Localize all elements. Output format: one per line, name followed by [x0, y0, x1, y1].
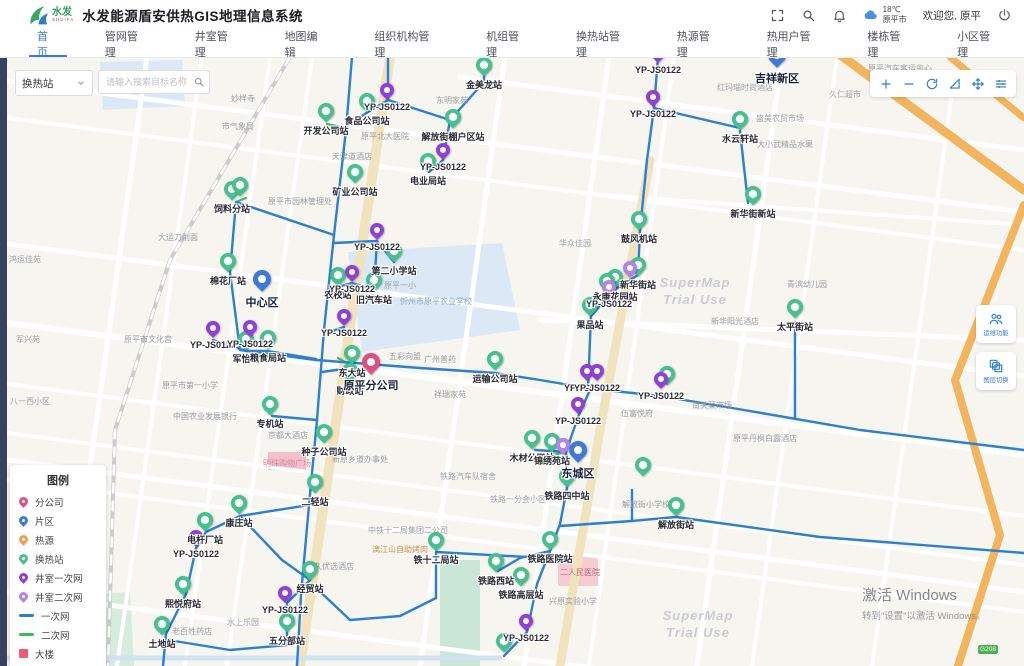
nav-tab-5[interactable]: 机组管理	[463, 30, 553, 57]
header-actions: 18℃ 原平市 欢迎您, 原平	[770, 0, 1012, 30]
legend-pin-icon	[17, 590, 30, 603]
legend-item-热源: 热源	[19, 530, 97, 549]
zoom-in-button[interactable]	[874, 71, 897, 96]
logout-icon[interactable]	[997, 8, 1012, 23]
weather-city: 原平市	[883, 15, 907, 25]
legend-pin-icon	[17, 514, 30, 527]
legend-item-一次网: 一次网	[19, 606, 97, 625]
search-category-value: 换热站	[22, 76, 54, 91]
legend-item-label: 二次网	[41, 628, 70, 642]
nav-tab-0[interactable]: 首页	[14, 30, 82, 57]
map-canvas[interactable]: 换热站 运维功能图层切换 图例 分公司片区热源换热站井室一次网井室二次网一次网二…	[0, 57, 1024, 666]
legend-line-icon	[19, 633, 34, 636]
map-search-bar: 换热站	[15, 70, 210, 96]
legend-item-片区: 片区	[19, 511, 97, 530]
ops-tool-button[interactable]: 运维功能	[976, 305, 1016, 343]
search-input-wrap	[98, 70, 210, 96]
legend-item-换热站: 换热站	[19, 549, 97, 568]
legend-item-label: 分公司	[35, 495, 64, 509]
page-title: 水发能源盾安供热GIS地理信息系统	[82, 5, 303, 25]
legend-item-label: 热源	[35, 533, 54, 547]
legend-item-大楼: 大楼	[19, 644, 97, 663]
app-root: 水发 SHUIFA 水发能源盾安供热GIS地理信息系统 18℃ 原平市	[0, 0, 1024, 666]
search-category-select[interactable]: 换热站	[15, 70, 93, 96]
map-toolbar	[870, 70, 1016, 97]
legend-item-label: 井室一次网	[35, 571, 83, 585]
app-header: 水发 SHUIFA 水发能源盾安供热GIS地理信息系统 18℃ 原平市	[0, 0, 1024, 30]
map-legend: 图例 分公司片区热源换热站井室一次网井室二次网一次网二次网大楼	[10, 465, 106, 666]
legend-pin-icon	[17, 533, 30, 546]
nav-tab-4[interactable]: 组织机构管理	[351, 30, 463, 57]
nav-tab-10[interactable]: 小区管理	[934, 30, 1024, 57]
legend-item-二次网: 二次网	[19, 625, 97, 644]
legend-item-分公司: 分公司	[19, 492, 97, 511]
legend-item-label: 一次网	[41, 609, 70, 623]
app-logo: 水发 SHUIFA	[26, 4, 74, 26]
cloud-icon	[863, 7, 879, 23]
nav-tab-1[interactable]: 管网管理	[82, 30, 172, 57]
legend-item-井室二次网: 井室二次网	[19, 587, 97, 606]
legend-item-井室一次网: 井室一次网	[19, 568, 97, 587]
layer-tool-button[interactable]: 图层切换	[976, 352, 1016, 390]
legend-square-icon	[19, 649, 28, 658]
legend-item-label: 井室二次网	[35, 590, 83, 604]
legend-item-label: 换热站	[35, 552, 64, 566]
layers-icon	[988, 358, 1004, 374]
nav-tab-9[interactable]: 楼栋管理	[844, 30, 934, 57]
layer-list-button[interactable]	[989, 71, 1012, 96]
nav-tab-6[interactable]: 换热站管理	[553, 30, 654, 57]
ops-icon	[988, 311, 1004, 327]
fullscreen-icon[interactable]	[770, 8, 785, 23]
weather-temp: 18℃	[883, 5, 907, 15]
legend-item-label: 片区	[35, 514, 54, 528]
legend-pin-icon	[17, 552, 30, 565]
measure-button[interactable]	[943, 71, 966, 96]
nav-tab-2[interactable]: 井室管理	[172, 30, 262, 57]
map-side-tools: 运维功能图层切换	[976, 305, 1016, 390]
bell-icon[interactable]	[832, 8, 847, 23]
search-icon[interactable]	[193, 76, 205, 88]
header-search-icon[interactable]	[801, 8, 816, 23]
legend-line-icon	[19, 614, 34, 617]
map-edge-strip	[0, 57, 7, 666]
legend-item-label: 大楼	[35, 647, 54, 661]
nav-tab-7[interactable]: 热源管理	[654, 30, 744, 57]
weather-widget: 18℃ 原平市	[863, 5, 907, 24]
legend-pin-icon	[17, 571, 30, 584]
zoom-out-button[interactable]	[897, 71, 920, 96]
nav-tab-8[interactable]: 热用户管理	[744, 30, 845, 57]
reset-view-button[interactable]	[920, 71, 943, 96]
logo-text-en: SHUIFA	[52, 18, 74, 23]
nav-tab-3[interactable]: 地图编辑	[262, 30, 352, 57]
legend-pin-icon	[17, 495, 30, 508]
main-nav: 首页管网管理井室管理地图编辑组织机构管理机组管理换热站管理热源管理热用户管理楼栋…	[0, 30, 1024, 58]
chevron-down-icon	[76, 78, 86, 88]
user-greeting: 欢迎您, 原平	[923, 8, 981, 23]
logo-icon	[26, 4, 48, 26]
legend-title: 图例	[19, 472, 97, 488]
pan-button[interactable]	[966, 71, 989, 96]
